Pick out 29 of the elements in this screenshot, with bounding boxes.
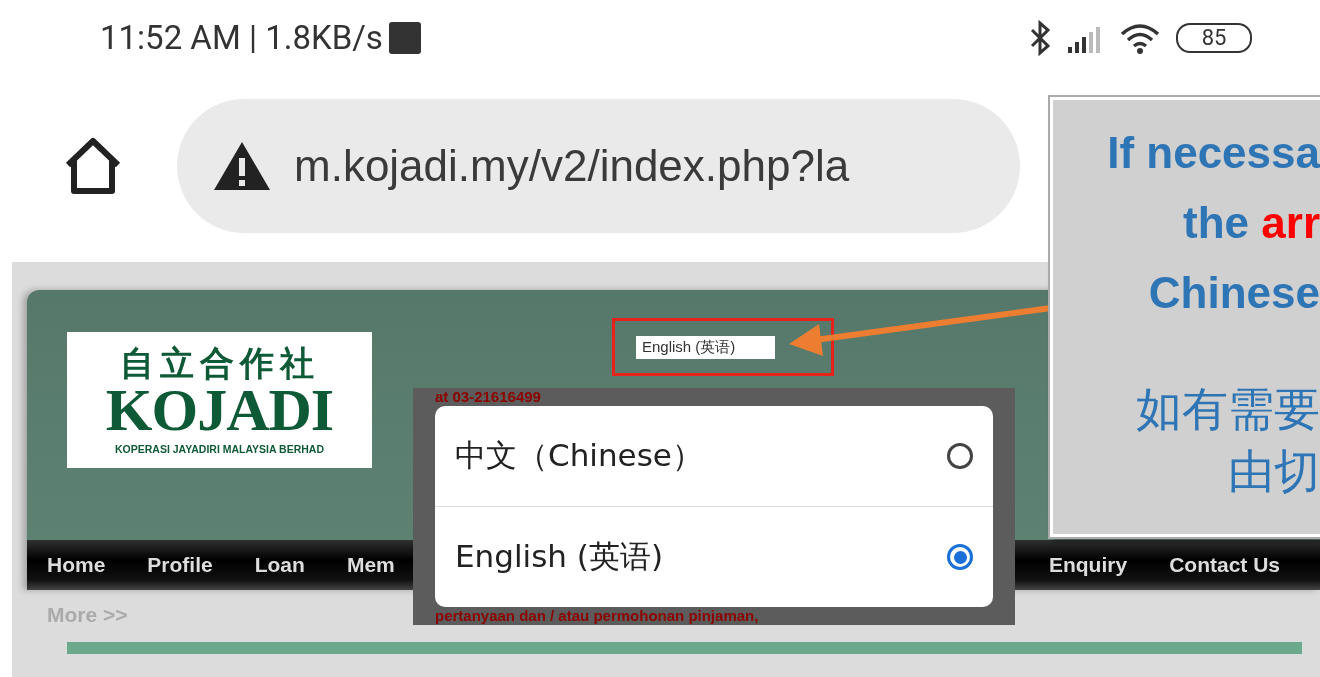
option-label: English (英语) — [455, 537, 663, 576]
wifi-icon — [1120, 21, 1160, 54]
nav-link[interactable]: Profile — [147, 553, 213, 577]
callout-text: If necessa — [1107, 127, 1320, 179]
status-time: 11:52 AM | 1.8KB/s — [100, 18, 383, 57]
background-text: pertanyaan dan / atau permohonan pinjaman, — [435, 607, 760, 625]
background-text: at 03-21616499 — [435, 388, 542, 406]
callout-text: Chinese — [1148, 267, 1320, 319]
bluetooth-icon — [1028, 19, 1052, 56]
address-bar[interactable]: m.kojadi.my/v2/index.php?la — [177, 99, 1020, 233]
language-select[interactable]: English (英语) — [636, 335, 776, 359]
warning-icon — [212, 140, 272, 192]
radio-button[interactable] — [947, 443, 973, 469]
site-logo: 自立合作社 KOJADI KOPERASI JAYADIRI MALAYSIA BERHAD — [67, 332, 372, 468]
callout-text: 由切 — [1228, 443, 1320, 500]
nav-link[interactable]: Mem — [346, 553, 395, 577]
nav-link[interactable]: Loan — [254, 553, 305, 577]
battery-icon: 85 — [1176, 22, 1252, 53]
nav-link[interactable]: Enquiry — [1048, 553, 1128, 577]
url-text: m.kojadi.my/v2/index.php?la — [294, 141, 850, 191]
option-label: 中文（Chinese） — [455, 436, 703, 475]
notification-icon — [388, 21, 421, 54]
callout-text: 如有需要 — [1136, 381, 1320, 438]
nav-link[interactable]: Home — [47, 553, 106, 577]
nav-link[interactable]: Contact Us — [1169, 553, 1280, 577]
radio-button[interactable] — [947, 544, 973, 570]
language-option[interactable]: 中文（Chinese） — [435, 406, 993, 506]
callout-text: the arr — [1183, 197, 1320, 249]
language-option[interactable]: English (英语) — [435, 506, 993, 607]
